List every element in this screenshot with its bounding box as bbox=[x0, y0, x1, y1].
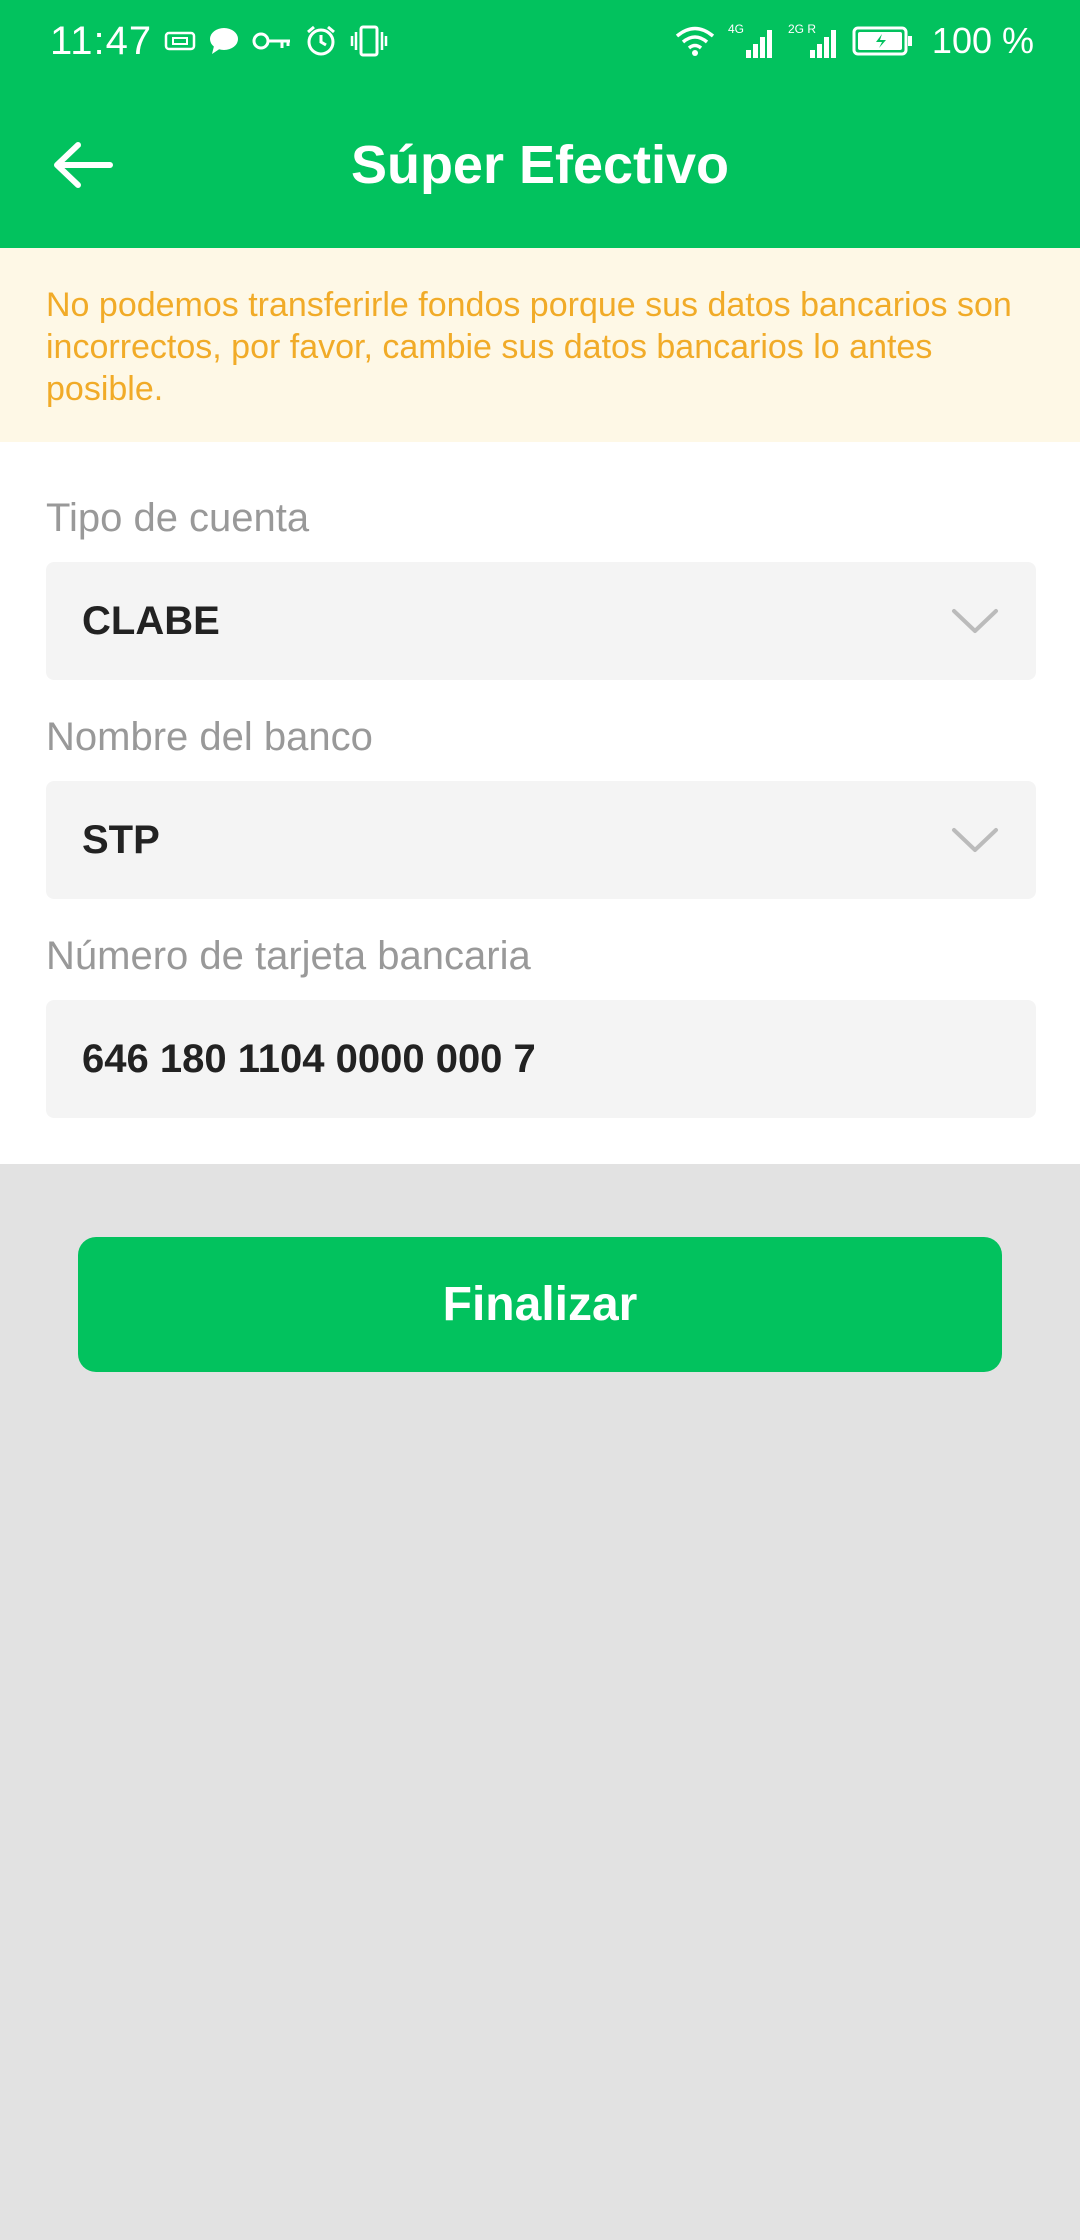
network-label: 4G bbox=[728, 22, 744, 36]
status-bar: 11:47 4G 2G R 100 % bbox=[0, 0, 1080, 82]
signal-icon: 2G R bbox=[788, 22, 840, 60]
chevron-down-icon bbox=[950, 601, 1000, 641]
chat-icon bbox=[208, 26, 240, 56]
status-left: 11:47 bbox=[50, 19, 388, 64]
card-number-input[interactable] bbox=[82, 1036, 1000, 1082]
alarm-icon bbox=[304, 24, 338, 58]
sim-icon bbox=[164, 30, 196, 52]
bank-name-value: STP bbox=[82, 817, 160, 862]
battery-percent: 100 % bbox=[931, 20, 1034, 61]
warning-text: No podemos transferirle fondos porque su… bbox=[46, 286, 1012, 408]
back-button[interactable] bbox=[48, 130, 118, 200]
status-time: 11:47 bbox=[50, 18, 153, 63]
account-type-value: CLABE bbox=[82, 598, 220, 643]
network-label: 2G R bbox=[788, 22, 816, 36]
arrow-left-icon bbox=[54, 142, 113, 188]
app-bar: Súper Efectivo bbox=[0, 82, 1080, 248]
card-number-label: Número de tarjeta bancaria bbox=[46, 934, 531, 978]
finish-button[interactable]: Finalizar bbox=[78, 1237, 1002, 1372]
page-title: Súper Efectivo bbox=[350, 135, 730, 195]
account-type-label: Tipo de cuenta bbox=[46, 496, 310, 540]
battery-icon bbox=[852, 25, 914, 57]
vibrate-icon bbox=[350, 24, 388, 58]
wifi-icon bbox=[674, 24, 716, 58]
bank-name-label: Nombre del banco bbox=[46, 715, 373, 759]
status-right: 4G 2G R 100 % bbox=[674, 20, 1034, 62]
chevron-down-icon bbox=[950, 820, 1000, 860]
card-number-field[interactable] bbox=[46, 1000, 1036, 1118]
bank-name-select[interactable]: STP bbox=[46, 781, 1036, 899]
bank-details-form: Tipo de cuenta CLABE Nombre del banco ST… bbox=[0, 442, 1080, 1164]
account-type-select[interactable]: CLABE bbox=[46, 562, 1036, 680]
vpn-key-icon bbox=[252, 29, 292, 53]
warning-banner: No podemos transferirle fondos porque su… bbox=[0, 248, 1080, 442]
signal-icon: 4G bbox=[728, 22, 776, 60]
